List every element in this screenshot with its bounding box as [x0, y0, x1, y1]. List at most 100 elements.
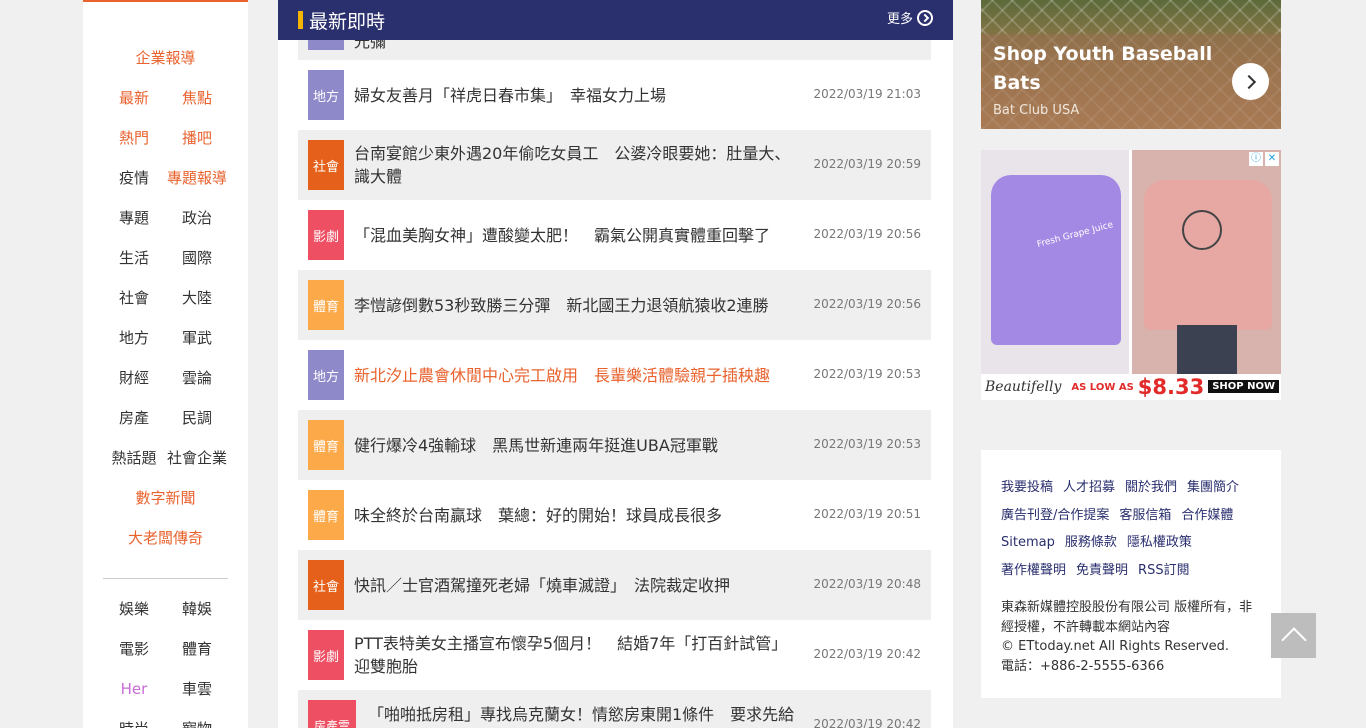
- ad-title: Shop Youth Baseball Bats: [993, 43, 1213, 94]
- nav-hot[interactable]: 熱門: [103, 118, 166, 158]
- site-footer: 我要投稿 人才招募 關於我們 集團簡介 廣告刊登/合作提案 客服信箱 合作媒體 Sitem…: [981, 450, 1281, 698]
- purple-shirt-image: [991, 175, 1121, 345]
- nav-special-report[interactable]: 專題報導: [166, 158, 229, 198]
- footer-link-privacy[interactable]: 隱私權政策: [1127, 529, 1192, 557]
- nav-entertainment[interactable]: 娛樂: [103, 589, 166, 629]
- news-time: 2022/03/19 20:56: [813, 227, 921, 241]
- news-time: 2022/03/19 21:03: [813, 87, 921, 101]
- news-time: 2022/03/19 20:42: [813, 717, 921, 728]
- nav-politics[interactable]: 政治: [166, 198, 229, 238]
- section-header: 最新即時 更多: [278, 0, 953, 40]
- footer-link-sitemap[interactable]: Sitemap: [1001, 529, 1055, 557]
- nav-life[interactable]: 生活: [103, 238, 166, 278]
- news-headline[interactable]: 快訊／士官酒駕撞死老婦「燒車滅證」 法院裁定收押: [354, 550, 794, 620]
- footer-links: 我要投稿 人才招募 關於我們 集團簡介 廣告刊登/合作提案 客服信箱 合作媒體 Sitem…: [1001, 474, 1261, 584]
- nav-epidemic[interactable]: 疫情: [103, 158, 166, 198]
- ad-brand: Beautifelly: [985, 379, 1062, 395]
- nav-movie[interactable]: 電影: [103, 629, 166, 669]
- nav-property[interactable]: 房產: [103, 398, 166, 438]
- footer-link-group[interactable]: 集團簡介: [1187, 474, 1239, 502]
- news-headline[interactable]: PTT表特美女主播宣布懷孕5個月！ 結婚7年「打百針試管」迎雙胞胎: [354, 620, 794, 690]
- nav-topics[interactable]: 專題: [103, 198, 166, 238]
- nav-china[interactable]: 大陸: [166, 278, 229, 318]
- footer-link-jobs[interactable]: 人才招募: [1063, 474, 1115, 502]
- news-headline[interactable]: 「啪啪抵房租」專找烏克蘭女！情慾房東開1條件 要求先給: [368, 690, 798, 728]
- nav-poll[interactable]: 民調: [166, 398, 229, 438]
- nav-society[interactable]: 社會: [103, 278, 166, 318]
- category-sidebar: 企業報導 最新 焦點 熱門 播吧 疫情 專題報導 專題 政治 生活 國際 社會 大陸 地方軍…: [83, 0, 248, 728]
- news-time: 2022/03/19 20:59: [813, 157, 921, 171]
- ad-as-low-as: AS LOW AS: [1071, 381, 1134, 393]
- star-print-icon: [1182, 210, 1222, 250]
- news-tag: 房產雲: [308, 700, 356, 728]
- more-link[interactable]: 更多: [887, 8, 933, 27]
- adchoices[interactable]: ⓘ ✕: [1249, 152, 1279, 166]
- news-headline[interactable]: 台南宴館少東外遇20年偷吃女員工 公婆冷眼要她：肚量大、識大體: [354, 130, 794, 200]
- list-item[interactable]: 社會 快訊／士官酒駕撞死老婦「燒車滅證」 法院裁定收押 2022/03/19 2…: [298, 550, 931, 620]
- footer-copyright: 東森新媒體控股股份有限公司 版權所有，非經授權，不許轉載本網站內容 © ETto…: [1001, 598, 1261, 676]
- jeans-image: [1177, 325, 1237, 374]
- shop-now-button[interactable]: SHOP NOW: [1208, 380, 1279, 393]
- nav-sports[interactable]: 體育: [166, 629, 229, 669]
- nav-opinion[interactable]: 雲論: [166, 358, 229, 398]
- news-time: 2022/03/19 20:53: [813, 437, 921, 451]
- news-headline[interactable]: 新北汐止農會休閒中心完工啟用 長輩樂活體驗親子插秧趣: [354, 340, 794, 410]
- arrow-circle-right-icon: [917, 9, 933, 26]
- footer-link-disclaimer[interactable]: 免責聲明: [1076, 557, 1128, 585]
- list-item[interactable]: 體育 李愷諺倒數53秒致勝三分彈 新北國王力退領航猿收2連勝 2022/03/1…: [298, 270, 931, 340]
- news-headline[interactable]: 婦女友善月「祥虎日春市集」 幸福女力上場: [354, 60, 794, 130]
- nav-social-enterprise[interactable]: 社會企業: [166, 438, 229, 478]
- nav-fashion[interactable]: 時尚: [103, 709, 166, 728]
- close-icon[interactable]: ✕: [1265, 152, 1279, 166]
- more-label: 更多: [886, 12, 913, 27]
- news-time: 2022/03/19 20:48: [813, 577, 921, 591]
- list-item[interactable]: 體育 味全終於台南贏球 葉總：好的開始！球員成長很多 2022/03/19 20…: [298, 480, 931, 550]
- pink-shirt-image: [1144, 180, 1272, 330]
- nav-finance[interactable]: 財經: [103, 358, 166, 398]
- news-list: 光彌 地方 婦女友善月「祥虎日春市集」 幸福女力上場 2022/03/19 21…: [298, 0, 931, 728]
- nav-corporate[interactable]: 企業報導: [83, 38, 248, 78]
- footer-link-rss[interactable]: RSS訂閱: [1138, 557, 1190, 585]
- list-item[interactable]: 地方 婦女友善月「祥虎日春市集」 幸福女力上場 2022/03/19 21:03: [298, 60, 931, 130]
- footer-link-advertise[interactable]: 廣告刊登/合作提案: [1001, 502, 1109, 530]
- nav-local[interactable]: 地方: [103, 318, 166, 358]
- back-to-top-button[interactable]: [1271, 613, 1316, 658]
- nav-latest[interactable]: 最新: [103, 78, 166, 118]
- list-item[interactable]: 地方 新北汐止農會休閒中心完工啟用 長輩樂活體驗親子插秧趣 2022/03/19…: [298, 340, 931, 410]
- chevron-right-icon[interactable]: [1232, 63, 1269, 100]
- nav-broadcast[interactable]: 播吧: [166, 118, 229, 158]
- nav-cars[interactable]: 車雲: [166, 669, 229, 709]
- footer-link-submit[interactable]: 我要投稿: [1001, 474, 1053, 502]
- news-headline[interactable]: 味全終於台南贏球 葉總：好的開始！球員成長很多: [354, 480, 794, 550]
- list-item[interactable]: 影劇 PTT表特美女主播宣布懷孕5個月！ 結婚7年「打百針試管」迎雙胞胎 202…: [298, 620, 931, 690]
- title-accent-bar: [298, 11, 303, 29]
- list-item[interactable]: 社會 台南宴館少東外遇20年偷吃女員工 公婆冷眼要她：肚量大、識大體 2022/…: [298, 130, 931, 200]
- footer-link-terms[interactable]: 服務條款: [1065, 529, 1117, 557]
- nav-boss-legend[interactable]: 大老闆傳奇: [83, 518, 248, 558]
- footer-link-about[interactable]: 關於我們: [1125, 474, 1177, 502]
- nav-focus[interactable]: 焦點: [166, 78, 229, 118]
- nav-korean-ent[interactable]: 韓娛: [166, 589, 229, 629]
- nav-hot-topics[interactable]: 熱話題: [103, 438, 166, 478]
- nav-her[interactable]: Her: [103, 669, 166, 709]
- list-item[interactable]: 影劇 「混血美胸女神」遭酸變太肥！ 霸氣公開真實體重回擊了 2022/03/19…: [298, 200, 931, 270]
- news-headline[interactable]: 健行爆冷4強輸球 黑馬世新連兩年挺進UBA冠軍戰: [354, 410, 794, 480]
- footer-link-support-email[interactable]: 客服信箱: [1119, 502, 1171, 530]
- footer-link-partners[interactable]: 合作媒體: [1181, 502, 1233, 530]
- list-item[interactable]: 體育 健行爆冷4強輸球 黑馬世新連兩年挺進UBA冠軍戰 2022/03/19 2…: [298, 410, 931, 480]
- footer-link-copyright[interactable]: 著作權聲明: [1001, 557, 1066, 585]
- nav-digital-news[interactable]: 數字新聞: [83, 478, 248, 518]
- nav-pets[interactable]: 寵物: [166, 709, 229, 728]
- ad-tshirt[interactable]: Fresh Grape Juice ⓘ ✕ Beautifelly AS LOW…: [981, 150, 1281, 400]
- contact-phone: 電話：+886-2-5555-6366: [1001, 658, 1165, 674]
- ad-source: Bat Club USA: [993, 103, 1080, 118]
- nav-international[interactable]: 國際: [166, 238, 229, 278]
- news-headline[interactable]: 「混血美胸女神」遭酸變太肥！ 霸氣公開真實體重回擊了: [354, 200, 794, 270]
- list-item[interactable]: 房產雲 「啪啪抵房租」專找烏克蘭女！情慾房東開1條件 要求先給 2022/03/…: [298, 690, 931, 728]
- ad-baseball-bats[interactable]: Shop Youth Baseball Bats Bat Club USA: [981, 0, 1281, 129]
- news-tag: 地方: [308, 350, 344, 400]
- news-time: 2022/03/19 20:51: [813, 507, 921, 521]
- news-headline[interactable]: 李愷諺倒數53秒致勝三分彈 新北國王力退領航猿收2連勝: [354, 270, 794, 340]
- info-icon[interactable]: ⓘ: [1249, 152, 1263, 166]
- nav-military[interactable]: 軍武: [166, 318, 229, 358]
